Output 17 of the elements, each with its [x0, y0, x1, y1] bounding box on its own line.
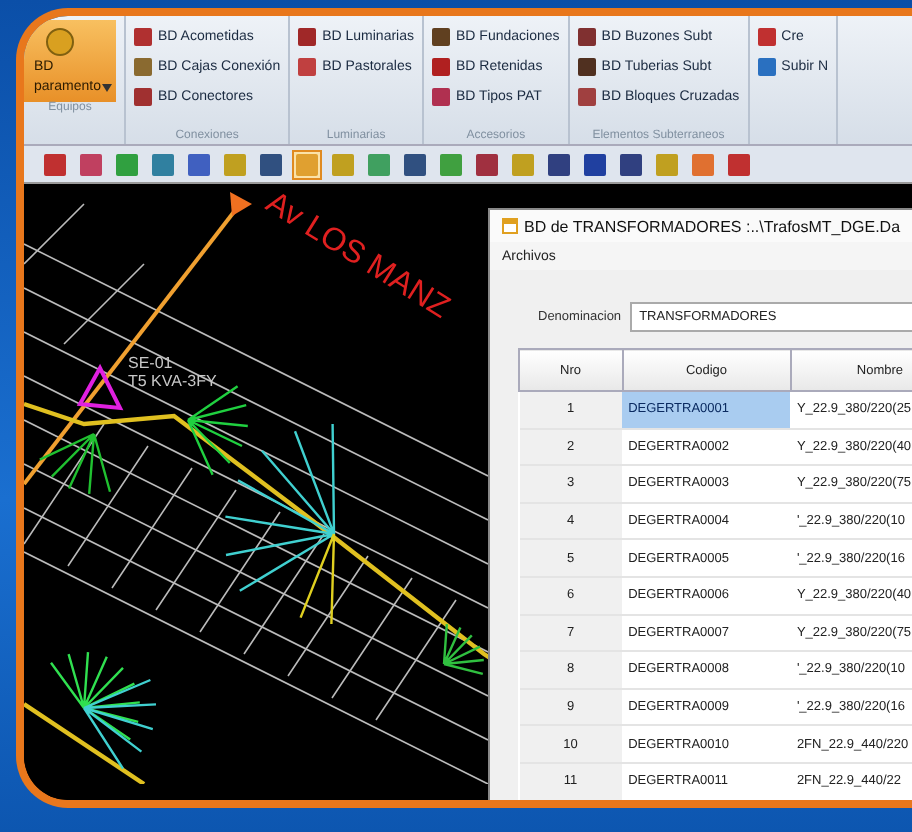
- table-icon: [502, 218, 518, 234]
- toolbar-button[interactable]: [580, 149, 610, 179]
- toolbar-button[interactable]: [400, 149, 430, 179]
- toolbar-button[interactable]: [76, 149, 106, 179]
- window-title: BD de TRANSFORMADORES :..\TrafosMT_DGE.Da: [524, 217, 901, 235]
- toolbar-button[interactable]: [184, 149, 214, 179]
- toolbar-button[interactable]: [148, 149, 178, 179]
- substation-label: T5 KVA-3FY: [128, 372, 217, 390]
- toolbar-button[interactable]: [616, 149, 646, 179]
- circle-icon: [46, 28, 74, 56]
- substation-label: SE-01: [128, 354, 173, 372]
- toolbar-button[interactable]: [256, 149, 286, 179]
- toolbar-button[interactable]: [544, 149, 574, 179]
- toolbar-button[interactable]: [724, 149, 754, 179]
- toolbar-button[interactable]: [472, 149, 502, 179]
- caret-icon: [102, 83, 113, 92]
- toolbar-button[interactable]: [40, 149, 70, 179]
